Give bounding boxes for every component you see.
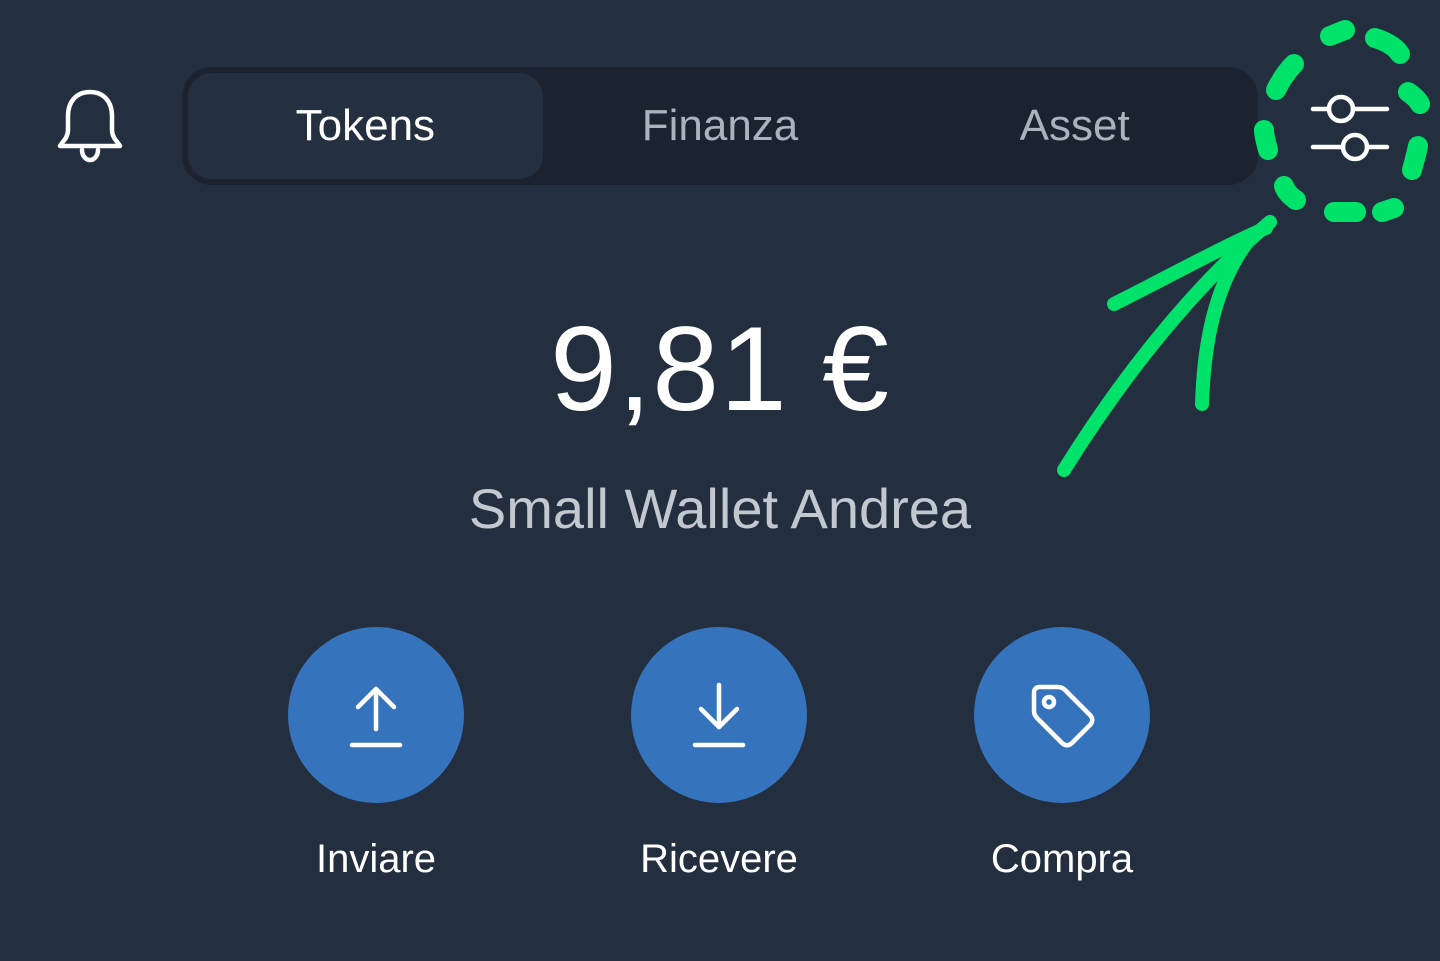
tab-asset[interactable]: Asset	[897, 73, 1252, 179]
wallet-balance: 9,81 €	[550, 302, 890, 436]
tag-icon	[1031, 684, 1095, 748]
receive-circle[interactable]	[631, 627, 807, 803]
tab-tokens[interactable]: Tokens	[188, 73, 543, 179]
receive-button[interactable]: Ricevere	[599, 627, 839, 882]
upload-arrow-icon	[349, 686, 403, 748]
send-circle[interactable]	[288, 627, 464, 803]
buy-label: Compra	[990, 837, 1134, 881]
wallet-name: Small Wallet Andrea	[468, 477, 972, 540]
buy-circle[interactable]	[974, 627, 1150, 803]
filter-settings-button[interactable]	[1300, 82, 1400, 172]
buy-button[interactable]: Compra	[942, 627, 1182, 882]
download-arrow-icon	[692, 682, 746, 748]
receive-label: Ricevere	[640, 837, 798, 881]
tab-finanza[interactable]: Finanza	[543, 73, 898, 179]
send-button[interactable]: Inviare	[256, 627, 496, 882]
sliders-icon	[1310, 94, 1390, 162]
notifications-button[interactable]	[52, 86, 128, 166]
asset-tabs: Tokens Finanza Asset	[182, 67, 1258, 185]
bell-icon	[57, 89, 123, 163]
send-label: Inviare	[315, 837, 437, 881]
